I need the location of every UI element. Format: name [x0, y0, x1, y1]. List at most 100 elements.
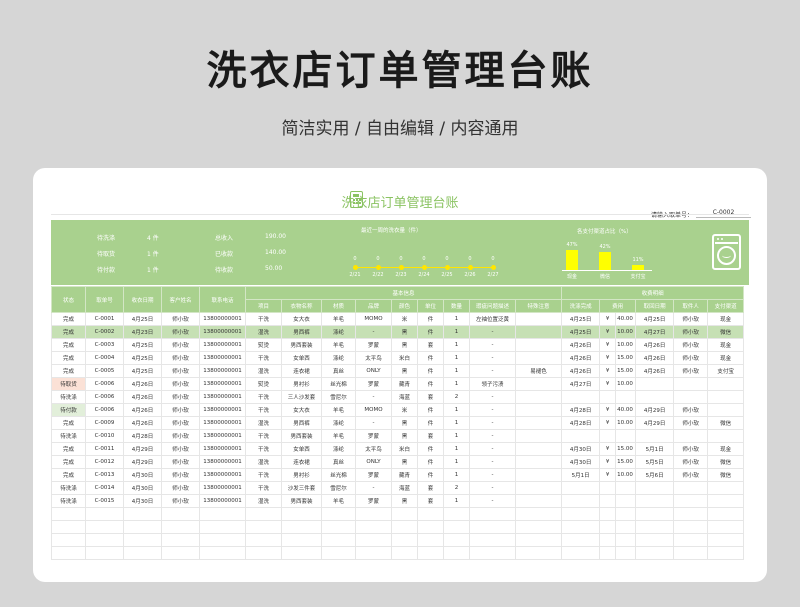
cell-fee[interactable]: 10.00 [615, 338, 637, 352]
empty-cell[interactable] [199, 546, 246, 560]
cell-order-no[interactable]: C-0014 [85, 481, 124, 495]
cell-garment[interactable]: 男衬衫 [281, 468, 322, 482]
table-row[interactable]: 待洗涤 C-0014 4月30日 师小软 13800000001 干洗 沙发三件套 雪尼尔 - 海… [51, 481, 745, 495]
cell-phone[interactable]: 13800000001 [199, 312, 246, 326]
table-row[interactable]: 完成 C-0013 4月30日 师小软 13800000001 干洗 男衬衫 丝光棉 罗蒙 藏青件… [51, 468, 745, 482]
cell-receive-date[interactable]: 4月26日 [123, 403, 162, 417]
cell-quantity[interactable]: 1 [443, 377, 470, 391]
cell-color[interactable]: 米 [391, 403, 418, 417]
cell-picker[interactable] [673, 377, 709, 391]
cell-color[interactable]: 黑 [391, 416, 418, 430]
cell-pickup-date[interactable] [635, 494, 675, 508]
cell-defects[interactable]: - [469, 364, 516, 378]
empty-cell[interactable] [199, 507, 246, 521]
empty-cell[interactable] [615, 533, 637, 547]
cell-phone[interactable]: 13800000001 [199, 442, 246, 456]
empty-cell[interactable] [599, 507, 617, 521]
cell-order-no[interactable]: C-0001 [85, 312, 124, 326]
cell-customer-name[interactable]: 师小软 [161, 338, 200, 352]
cell-color[interactable]: 黑 [391, 494, 418, 508]
cell-receive-date[interactable]: 4月25日 [123, 338, 162, 352]
empty-cell[interactable] [469, 507, 516, 521]
cell-status[interactable]: 待洗涤 [51, 429, 86, 443]
cell-fee[interactable]: 10.00 [615, 325, 637, 339]
cell-currency[interactable]: ¥ [599, 312, 617, 326]
cell-picker[interactable]: 师小软 [673, 312, 709, 326]
cell-receive-date[interactable]: 4月25日 [123, 351, 162, 365]
cell-customer-name[interactable]: 师小软 [161, 494, 200, 508]
cell-service[interactable]: 湿洗 [245, 364, 282, 378]
cell-material[interactable]: 真丝 [321, 455, 356, 469]
cell-special-notes[interactable] [514, 481, 563, 495]
cell-order-no[interactable]: C-0015 [85, 494, 124, 508]
empty-cell[interactable] [391, 533, 418, 547]
cell-payment-channel[interactable] [707, 481, 745, 495]
cell-garment[interactable]: 女单西 [281, 351, 322, 365]
cell-fee[interactable] [615, 390, 637, 404]
cell-unit[interactable]: 件 [417, 377, 444, 391]
empty-cell[interactable] [51, 533, 86, 547]
cell-unit[interactable]: 套 [417, 481, 444, 495]
empty-cell[interactable] [599, 533, 617, 547]
cell-customer-name[interactable]: 师小软 [161, 325, 200, 339]
empty-cell[interactable] [417, 507, 444, 521]
cell-phone[interactable]: 13800000001 [199, 416, 246, 430]
cell-payment-channel[interactable]: 微信 [707, 455, 745, 469]
empty-cell[interactable] [321, 546, 356, 560]
cell-defects[interactable]: - [469, 416, 516, 430]
empty-cell[interactable] [673, 507, 709, 521]
cell-pickup-date[interactable] [635, 429, 675, 443]
empty-cell[interactable] [321, 507, 356, 521]
empty-cell[interactable] [123, 507, 162, 521]
empty-cell[interactable] [561, 520, 601, 534]
cell-service[interactable]: 干洗 [245, 390, 282, 404]
cell-receive-date[interactable]: 4月30日 [123, 494, 162, 508]
cell-fee[interactable]: 15.00 [615, 351, 637, 365]
table-row[interactable]: 完成 C-0004 4月25日 师小软 13800000001 干洗 女单西 涤纶 太平鸟 米白件… [51, 351, 745, 365]
cell-currency[interactable]: ¥ [599, 442, 617, 456]
cell-payment-channel[interactable] [707, 403, 745, 417]
cell-pickup-date[interactable]: 4月29日 [635, 416, 675, 430]
cell-payment-channel[interactable]: 现金 [707, 442, 745, 456]
table-row[interactable]: 完成 C-0002 4月23日 师小软 13800000001 湿洗 男西裤 涤纶 - 黑件 1-4… [51, 325, 745, 339]
cell-phone[interactable]: 13800000001 [199, 494, 246, 508]
cell-receive-date[interactable]: 4月25日 [123, 364, 162, 378]
cell-defects[interactable]: - [469, 390, 516, 404]
empty-cell[interactable] [673, 546, 709, 560]
cell-defects[interactable]: - [469, 481, 516, 495]
cell-unit[interactable]: 件 [417, 403, 444, 417]
cell-picker[interactable]: 师小软 [673, 442, 709, 456]
cell-special-notes[interactable] [514, 455, 563, 469]
cell-fee[interactable]: 15.00 [615, 364, 637, 378]
empty-cell[interactable] [635, 507, 675, 521]
cell-fee[interactable]: 40.00 [615, 312, 637, 326]
cell-defects[interactable]: 左袖位置泛黄 [469, 312, 516, 326]
cell-status[interactable]: 待取货 [51, 377, 86, 391]
cell-unit[interactable]: 件 [417, 416, 444, 430]
cell-garment[interactable]: 男西套装 [281, 429, 322, 443]
cell-material[interactable]: 羊毛 [321, 403, 356, 417]
cell-unit[interactable]: 件 [417, 364, 444, 378]
cell-unit[interactable]: 套 [417, 338, 444, 352]
cell-brand[interactable]: 太平鸟 [355, 442, 392, 456]
cell-phone[interactable]: 13800000001 [199, 377, 246, 391]
empty-cell[interactable] [443, 507, 470, 521]
cell-service[interactable]: 干洗 [245, 468, 282, 482]
empty-cell[interactable] [281, 507, 322, 521]
cell-wash-done[interactable]: 4月28日 [561, 403, 601, 417]
empty-cell[interactable] [514, 507, 563, 521]
empty-cell[interactable] [245, 507, 282, 521]
cell-phone[interactable]: 13800000001 [199, 429, 246, 443]
cell-receive-date[interactable]: 4月28日 [123, 429, 162, 443]
table-row[interactable]: 完成 C-0005 4月25日 师小软 13800000001 湿洗 连衣裙 真丝 ONLY 黑件… [51, 364, 745, 378]
empty-cell[interactable] [635, 533, 675, 547]
cell-quantity[interactable]: 2 [443, 481, 470, 495]
cell-color[interactable]: 藏青 [391, 468, 418, 482]
cell-wash-done[interactable]: 4月25日 [561, 325, 601, 339]
cell-picker[interactable]: 师小软 [673, 416, 709, 430]
cell-receive-date[interactable]: 4月23日 [123, 325, 162, 339]
cell-status[interactable]: 待洗涤 [51, 390, 86, 404]
cell-fee[interactable] [615, 429, 637, 443]
empty-cell[interactable] [615, 520, 637, 534]
empty-row[interactable] [51, 533, 745, 547]
